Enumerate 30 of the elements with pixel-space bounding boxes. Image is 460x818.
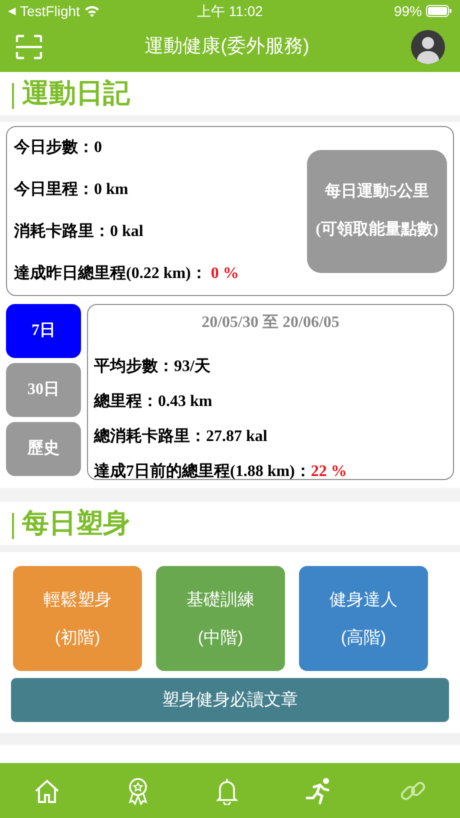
- award-icon[interactable]: [127, 776, 149, 804]
- wifi-icon: [84, 5, 100, 17]
- date-range: 20/05/30 至 20/06/05: [200, 313, 340, 333]
- back-arrow[interactable]: ◀: [8, 4, 16, 18]
- stat-line: 達成昨日總里程(0.22 km)： 0 %: [14, 264, 240, 284]
- goal-button[interactable]: 每日運動5公里 (可領取能量點數): [307, 150, 447, 272]
- section-title: 每日塑身: [22, 507, 130, 540]
- stat-line: 今日里程：0 km: [14, 180, 130, 200]
- back-app-label[interactable]: TestFlight: [20, 0, 80, 22]
- stat-line: 總消耗卡路里：27.87 kal: [94, 426, 268, 447]
- stat-line: 總里程：0.43 km: [94, 392, 214, 412]
- stat-line: 消耗卡路里：0 kal: [14, 222, 144, 242]
- stat-line: 平均步數：93/天: [94, 356, 212, 377]
- program-button[interactable]: 健身達人 (高階): [299, 566, 428, 671]
- stat-line: 達成7日前的總里程(1.88 km)：22 %: [94, 462, 348, 482]
- bell-icon[interactable]: [215, 776, 239, 804]
- program-button[interactable]: 基礎訓練 (中階): [156, 566, 285, 671]
- avatar[interactable]: [411, 30, 445, 64]
- period-tab[interactable]: 歷史: [6, 422, 81, 476]
- period-tab[interactable]: 30日: [6, 363, 81, 417]
- battery-percent: 99%: [394, 2, 422, 20]
- app-title: 運動健康(委外服務): [144, 34, 310, 59]
- stat-line: 今日步數：0: [14, 138, 103, 158]
- program-button[interactable]: 輕鬆塑身 (初階): [13, 566, 142, 671]
- clock: 上午 11:02: [196, 2, 264, 20]
- scan-icon[interactable]: [15, 34, 43, 60]
- section-title: 運動日記: [22, 77, 130, 110]
- battery-icon: [426, 5, 452, 17]
- period-tab[interactable]: 7日: [6, 304, 81, 358]
- article-button[interactable]: 塑身健身必讀文章: [11, 678, 449, 722]
